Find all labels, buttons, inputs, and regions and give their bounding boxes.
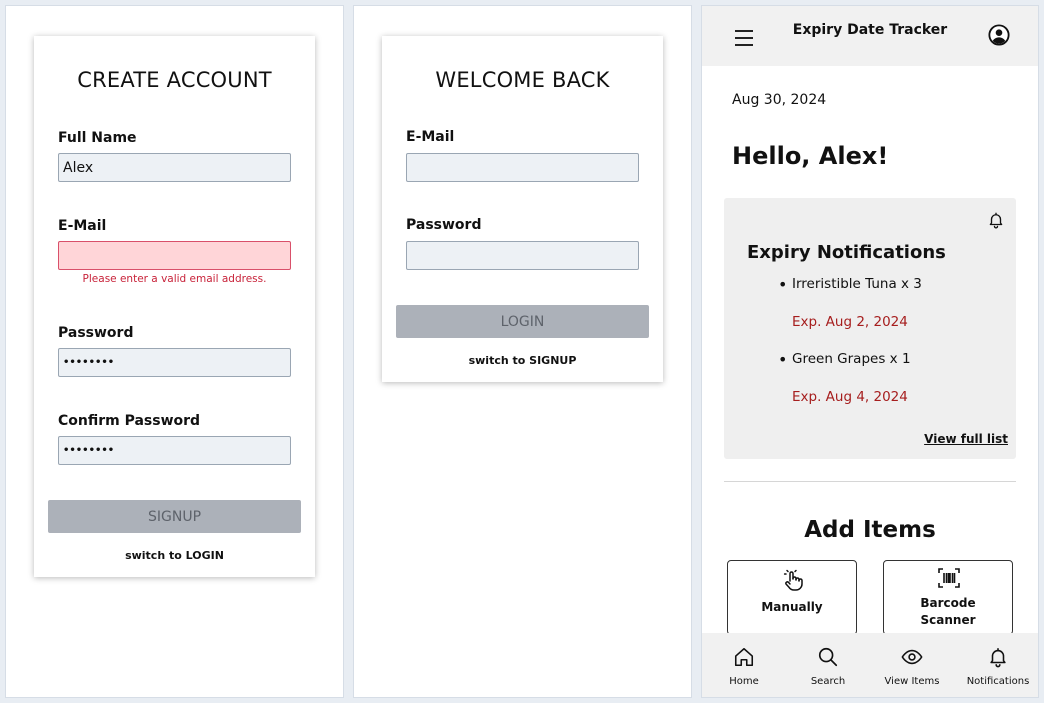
signup-password-field[interactable] [58, 348, 291, 377]
expiry-date: Exp. Aug 2, 2024 [792, 314, 908, 330]
login-card: WELCOME BACK E-Mail Password LOGIN switc… [382, 36, 663, 382]
signup-email-field[interactable] [58, 241, 291, 270]
account-icon[interactable] [988, 24, 1010, 46]
top-app-bar: Expiry Date Tracker [702, 6, 1038, 66]
expiry-notifications-card: Expiry Notifications Irreristible Tuna x… [724, 198, 1016, 459]
home-icon [734, 647, 754, 667]
barcode-label-line2: Scanner [920, 613, 976, 627]
manually-label: Manually [761, 600, 823, 614]
home-screen: Expiry Date Tracker Aug 30, 2024 Hello, … [701, 5, 1039, 698]
full-name-label: Full Name [58, 130, 137, 146]
login-screen: WELCOME BACK E-Mail Password LOGIN switc… [353, 5, 692, 698]
confirm-password-label: Confirm Password [58, 413, 201, 429]
divider [724, 481, 1016, 482]
nav-notifications[interactable]: Notifications [958, 633, 1038, 697]
login-button[interactable]: LOGIN [396, 305, 649, 338]
email-error-message: Please enter a valid email address. [82, 273, 267, 285]
list-item: Green Grapes x 1 [778, 350, 910, 369]
signup-title: CREATE ACCOUNT [77, 68, 272, 92]
nav-view-items-label: View Items [884, 676, 940, 687]
add-manually-button[interactable]: Manually [727, 560, 857, 635]
confirm-password-field[interactable] [58, 436, 291, 465]
eye-icon [901, 649, 923, 665]
view-full-list-link[interactable]: View full list [924, 432, 1008, 446]
barcode-label-line1: Barcode [920, 596, 976, 610]
list-item: Irreristible Tuna x 3 [778, 275, 922, 294]
signup-button[interactable]: SIGNUP [48, 500, 301, 533]
switch-to-signup-link[interactable]: switch to SIGNUP [382, 354, 663, 367]
add-items-title: Add Items [804, 517, 936, 543]
signup-screen: CREATE ACCOUNT Full Name E-Mail Please e… [5, 5, 344, 698]
search-icon [818, 647, 838, 667]
notifications-title: Expiry Notifications [747, 242, 946, 263]
nav-home[interactable]: Home [704, 633, 784, 697]
greeting: Hello, Alex! [732, 142, 889, 170]
full-name-field[interactable] [58, 153, 291, 182]
login-password-field[interactable] [406, 241, 639, 270]
bottom-navigation: Home Search View Items Notifications [702, 633, 1038, 697]
login-password-label: Password [406, 217, 482, 233]
barcode-scanner-button[interactable]: Barcode Scanner [883, 560, 1013, 635]
nav-home-label: Home [729, 676, 759, 687]
expiry-date: Exp. Aug 4, 2024 [792, 389, 908, 405]
nav-search[interactable]: Search [788, 633, 868, 697]
nav-view-items[interactable]: View Items [872, 633, 952, 697]
hand-pointer-icon [783, 569, 803, 591]
login-email-label: E-Mail [406, 129, 455, 145]
signup-card: CREATE ACCOUNT Full Name E-Mail Please e… [34, 36, 315, 577]
barcode-icon [938, 568, 960, 588]
login-email-field[interactable] [406, 153, 639, 182]
signup-email-label: E-Mail [58, 218, 107, 234]
nav-search-label: Search [810, 676, 846, 687]
switch-to-login-link[interactable]: switch to LOGIN [34, 549, 315, 562]
current-date: Aug 30, 2024 [732, 92, 827, 108]
login-title: WELCOME BACK [435, 68, 610, 92]
bell-icon [990, 647, 1006, 668]
signup-password-label: Password [58, 325, 134, 341]
nav-notifications-label: Notifications [966, 676, 1030, 687]
bell-icon [989, 212, 1003, 229]
